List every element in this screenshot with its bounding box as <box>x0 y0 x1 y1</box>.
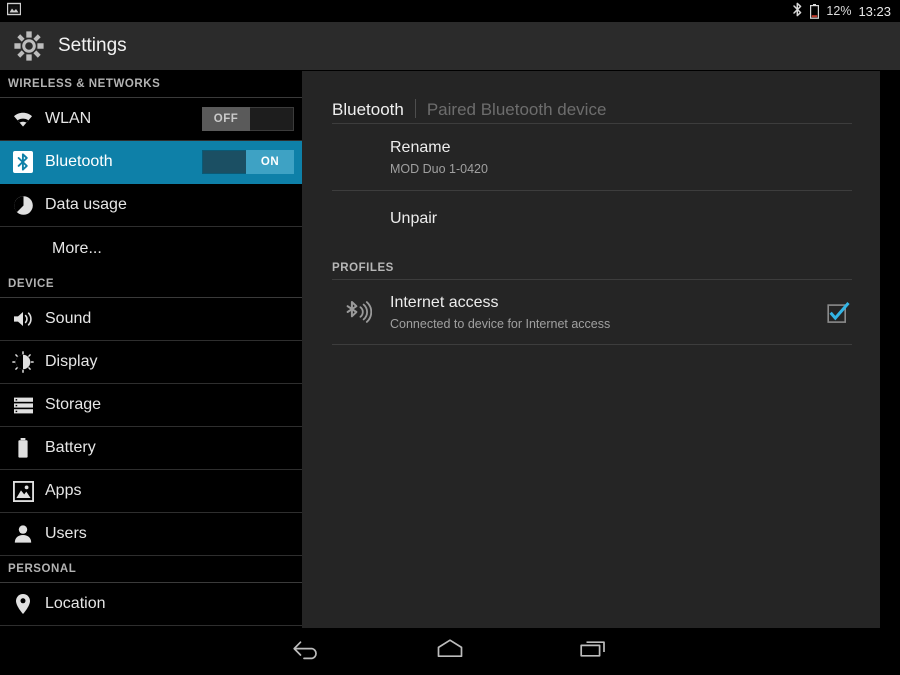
breadcrumb-current[interactable]: Bluetooth <box>332 100 404 120</box>
location-pin-icon <box>8 589 38 619</box>
brightness-icon <box>8 347 38 377</box>
sidebar-item-label: Display <box>45 353 98 370</box>
internet-access-row[interactable]: Internet access Connected to device for … <box>302 280 880 344</box>
toggle-thumb: OFF <box>202 107 250 131</box>
sidebar-item-label: Bluetooth <box>45 153 113 170</box>
recents-icon <box>577 637 609 666</box>
battery-percent-label: 12% <box>826 4 852 18</box>
bluetooth-icon <box>8 147 38 177</box>
sidebar-item-label: Apps <box>45 482 82 499</box>
battery-low-icon <box>810 3 820 19</box>
sidebar-item-label: Location <box>45 595 106 612</box>
status-bar-indicators: 12% 13:23 <box>792 2 900 20</box>
sidebar-item-bluetooth[interactable]: Bluetooth ON <box>0 141 302 184</box>
screenshot-image-icon <box>6 2 22 21</box>
status-bar-clock: 13:23 <box>858 3 891 19</box>
sidebar-item-label: Data usage <box>45 196 127 213</box>
breadcrumb-subtitle: Paired Bluetooth device <box>426 100 607 119</box>
storage-stack-icon <box>8 390 38 420</box>
sidebar-item-label: Battery <box>45 439 96 456</box>
internet-access-title: Internet access <box>390 294 499 312</box>
home-button[interactable] <box>403 628 498 675</box>
data-usage-pie-icon <box>8 190 38 220</box>
settings-sidebar[interactable]: WIRELESS & NETWORKS WLAN OFF Bluetooth O… <box>0 71 302 628</box>
sidebar-item-label: Storage <box>45 396 102 413</box>
sidebar-item-location[interactable]: Location <box>0 583 302 626</box>
sidebar-item-storage[interactable]: Storage <box>0 384 302 427</box>
rename-title: Rename <box>390 139 451 156</box>
wifi-icon <box>8 104 38 134</box>
unpair-title: Unpair <box>390 209 438 227</box>
sidebar-section-header-device: DEVICE <box>0 271 302 298</box>
user-person-icon <box>8 519 38 549</box>
bluetooth-tethering-icon <box>342 296 374 328</box>
toggle-thumb: ON <box>246 150 294 174</box>
profiles-section-header: PROFILES <box>332 262 394 275</box>
sidebar-item-label: More... <box>52 240 102 257</box>
sidebar-item-sound[interactable]: Sound <box>0 298 302 341</box>
internet-access-checkbox[interactable] <box>827 302 850 324</box>
unpair-row[interactable]: Unpair <box>302 191 880 247</box>
rename-row[interactable]: Rename MOD Duo 1-0420 <box>302 124 880 190</box>
sidebar-item-apps[interactable]: Apps <box>0 470 302 513</box>
apps-image-icon <box>8 476 38 506</box>
back-icon <box>290 638 324 665</box>
speaker-volume-icon <box>8 304 38 334</box>
divider <box>332 344 852 346</box>
settings-gear-icon[interactable] <box>10 27 48 65</box>
content-panel: Bluetooth Paired Bluetooth device Rename… <box>302 71 880 628</box>
sidebar-item-data-usage[interactable]: Data usage <box>0 184 302 227</box>
bluetooth-icon <box>792 2 803 20</box>
bluetooth-toggle-switch[interactable]: ON <box>202 150 294 174</box>
sidebar-item-users[interactable]: Users <box>0 513 302 556</box>
status-bar: 12% 13:23 <box>0 0 900 22</box>
breadcrumb-separator <box>414 99 416 118</box>
sidebar-item-label: WLAN <box>45 110 92 127</box>
app-title: Settings <box>58 35 127 56</box>
recents-button[interactable] <box>546 628 641 675</box>
battery-icon <box>8 433 38 463</box>
home-icon <box>433 637 467 666</box>
action-bar: Settings <box>0 22 900 71</box>
internet-access-subtitle: Connected to device for Internet access <box>390 317 611 332</box>
sidebar-section-header-personal: PERSONAL <box>0 556 302 583</box>
wlan-toggle-switch[interactable]: OFF <box>202 107 294 131</box>
rename-device-name: MOD Duo 1-0420 <box>390 161 488 176</box>
status-bar-notifications[interactable] <box>0 2 22 21</box>
sidebar-item-battery[interactable]: Battery <box>0 427 302 470</box>
sidebar-section-header-wireless: WIRELESS & NETWORKS <box>0 71 302 98</box>
sidebar-item-more[interactable]: More... <box>0 227 302 271</box>
sidebar-item-label: Sound <box>45 310 92 327</box>
sidebar-item-wlan[interactable]: WLAN OFF <box>0 98 302 141</box>
back-button[interactable] <box>260 628 355 675</box>
android-settings-screen: 12% 13:23 Settings WIRELESS & NETWORKS W… <box>0 0 900 675</box>
android-navigation-bar <box>0 628 900 675</box>
sidebar-item-label: Users <box>45 525 87 542</box>
breadcrumb: Bluetooth Paired Bluetooth device <box>302 71 880 123</box>
sidebar-item-display[interactable]: Display <box>0 341 302 384</box>
